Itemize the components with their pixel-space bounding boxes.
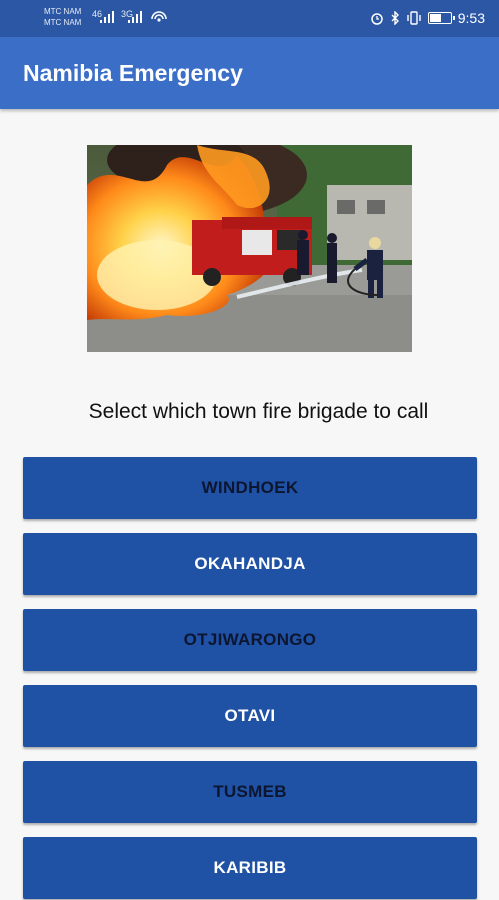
town-button-windhoek[interactable]: WINDHOEK — [23, 457, 477, 519]
status-bar: MTC NAM MTC NAM 46 3G 9:53 — [0, 0, 499, 37]
fire-brigade-photo — [87, 145, 412, 352]
town-button-otjiwarongo[interactable]: OTJIWARONGO — [23, 609, 477, 671]
alarm-icon — [371, 13, 383, 25]
town-button-otavi[interactable]: OTAVI — [23, 685, 477, 747]
app-bar: Namibia Emergency — [0, 37, 499, 109]
vibrate-icon — [407, 11, 421, 25]
fire-scene-illustration — [87, 145, 412, 352]
select-town-prompt: Select which town fire brigade to call — [88, 400, 429, 423]
signal-icon-2 — [128, 11, 142, 23]
hotspot-icon — [151, 11, 167, 22]
battery-icon — [427, 12, 455, 24]
app-title: Namibia Emergency — [23, 60, 243, 86]
town-button-tusmeb[interactable]: TUSMEB — [23, 761, 477, 823]
clock: 9:53 — [457, 10, 485, 26]
town-button-karibib[interactable]: KARIBIB — [23, 837, 477, 899]
signal-icon — [100, 11, 114, 23]
carrier-labels: MTC NAM MTC NAM — [44, 6, 81, 28]
town-button-okahandja[interactable]: OKAHANDJA — [23, 533, 477, 595]
carrier-1: MTC NAM — [44, 7, 82, 16]
carrier-2: MTC NAM — [44, 18, 82, 27]
status-right: 9:53 — [370, 10, 485, 26]
bluetooth-icon — [391, 11, 399, 25]
